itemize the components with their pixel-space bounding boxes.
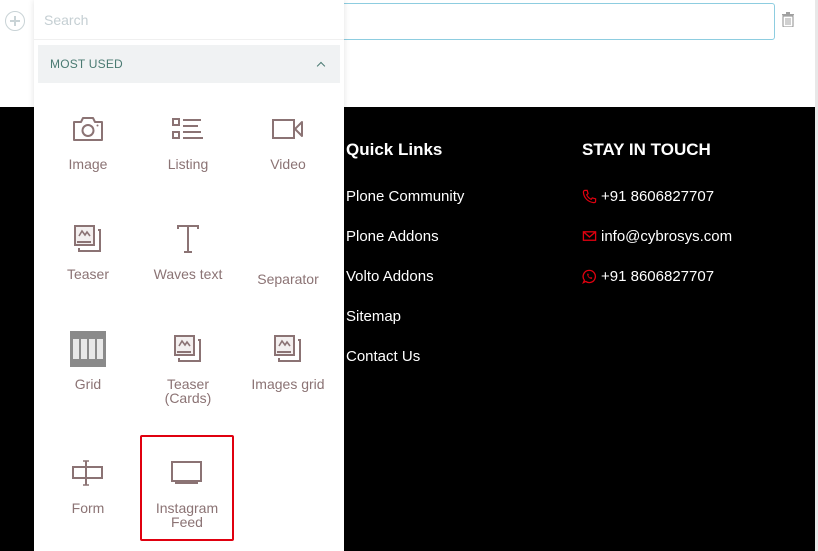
text-icon	[177, 225, 199, 253]
list-icon	[172, 118, 203, 139]
block-label: Image	[68, 156, 108, 172]
most-used-section-header[interactable]: MOST USED	[38, 45, 340, 83]
contact-email[interactable]: info@cybrosys.com	[582, 228, 732, 245]
contact-whatsapp[interactable]: +91 8606827707	[582, 268, 714, 285]
block-label: Waves text	[153, 266, 223, 282]
chevron-up-icon[interactable]	[316, 59, 326, 69]
block-label: Video	[270, 156, 306, 172]
block-label: Form	[71, 500, 105, 516]
block-label: Teaser	[66, 266, 110, 282]
teaser-icon	[74, 225, 101, 252]
footer-link-sitemap[interactable]: Sitemap	[346, 308, 401, 325]
phone-icon	[582, 189, 597, 204]
email-address: info@cybrosys.com	[601, 228, 733, 245]
block-waves-text[interactable]: Waves text	[140, 213, 236, 317]
trash-icon[interactable]	[782, 12, 794, 27]
teaser-cards-icon	[174, 335, 201, 362]
block-teaser[interactable]: Teaser	[40, 213, 136, 317]
block-label: Grid	[74, 376, 102, 392]
block-listing[interactable]: Listing	[140, 103, 236, 207]
mail-icon	[582, 231, 597, 241]
block-label: Instagram Feed	[155, 500, 219, 530]
block-form[interactable]: Form	[40, 447, 136, 551]
block-instagram-feed[interactable]: Instagram Feed	[140, 435, 234, 541]
contact-phone[interactable]: +91 8606827707	[582, 188, 714, 205]
block-separator[interactable]: Separator	[240, 218, 336, 322]
footer-link-contact-us[interactable]: Contact Us	[346, 348, 420, 365]
block-search-input[interactable]	[34, 0, 344, 40]
block-label: Teaser (Cards)	[164, 376, 212, 406]
block-teaser-cards[interactable]: Teaser (Cards)	[140, 323, 236, 427]
camera-icon	[73, 117, 103, 141]
grid-icon	[70, 331, 106, 367]
footer-link-plone-addons[interactable]: Plone Addons	[346, 228, 439, 245]
whatsapp-icon	[582, 269, 597, 284]
block-label: Separator	[257, 271, 319, 287]
block-label: Images grid	[251, 376, 325, 392]
text-block-input[interactable]	[300, 3, 775, 40]
screen-icon	[171, 461, 202, 484]
block-chooser: MOST USED Image Listing Video Teaser Wav…	[34, 0, 344, 551]
quick-links-title: Quick Links	[346, 140, 443, 159]
stay-in-touch-title: STAY IN TOUCH	[582, 140, 711, 159]
block-grid[interactable]: Grid	[40, 323, 136, 427]
whatsapp-number: +91 8606827707	[601, 268, 715, 285]
add-block-button[interactable]	[5, 11, 25, 31]
section-title: MOST USED	[50, 57, 123, 71]
video-icon	[272, 119, 303, 139]
phone-number: +91 8606827707	[601, 188, 715, 205]
images-grid-icon	[274, 335, 301, 362]
footer-link-plone-community[interactable]: Plone Community	[346, 188, 464, 205]
footer-link-volto-addons[interactable]: Volto Addons	[346, 268, 434, 285]
block-images-grid[interactable]: Images grid	[240, 323, 336, 427]
block-video[interactable]: Video	[240, 103, 336, 207]
block-image[interactable]: Image	[40, 103, 136, 207]
form-icon	[72, 460, 103, 486]
block-label: Listing	[167, 156, 209, 172]
